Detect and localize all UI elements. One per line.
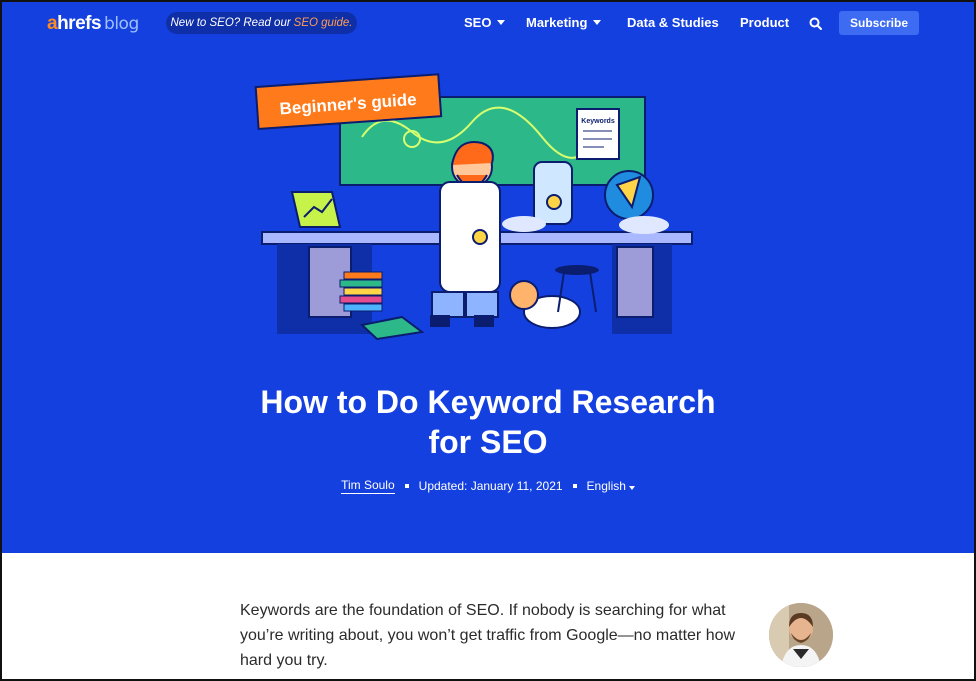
separator-dot: [572, 484, 577, 488]
nav-marketing[interactable]: Marketing: [526, 15, 602, 30]
keyword-research-illustration: Keywords Beginner's guide: [254, 73, 693, 341]
language-selector[interactable]: English: [587, 479, 635, 493]
updated-date: Updated: January 11, 2021: [418, 479, 563, 493]
seo-guide-link[interactable]: SEO guide.: [294, 17, 353, 29]
nav-data-studies[interactable]: Data & Studies: [627, 15, 719, 30]
nav-product[interactable]: Product: [740, 15, 789, 30]
article-meta: Tim Soulo Updated: January 11, 2021 Engl…: [2, 478, 974, 494]
chevron-down-icon: [628, 486, 635, 490]
author-avatar[interactable]: [769, 603, 833, 667]
seo-guide-promo[interactable]: New to SEO? Read our SEO guide.: [166, 12, 357, 34]
keywords-board-label: Keywords: [581, 118, 615, 125]
subscribe-button[interactable]: Subscribe: [839, 11, 919, 35]
page-title: How to Do Keyword Research for SEO: [260, 384, 716, 460]
search-icon[interactable]: [808, 16, 824, 32]
chevron-down-icon: [497, 20, 506, 25]
nav-seo[interactable]: SEO: [464, 15, 506, 30]
avatar-image: [769, 603, 833, 667]
ahrefs-blog-logo[interactable]: ahrefs blog: [47, 13, 139, 35]
chevron-down-icon: [593, 20, 602, 25]
article-intro: Keywords are the foundation of SEO. If n…: [240, 602, 736, 669]
separator-dot: [404, 484, 409, 488]
author-link[interactable]: Tim Soulo: [341, 478, 395, 494]
